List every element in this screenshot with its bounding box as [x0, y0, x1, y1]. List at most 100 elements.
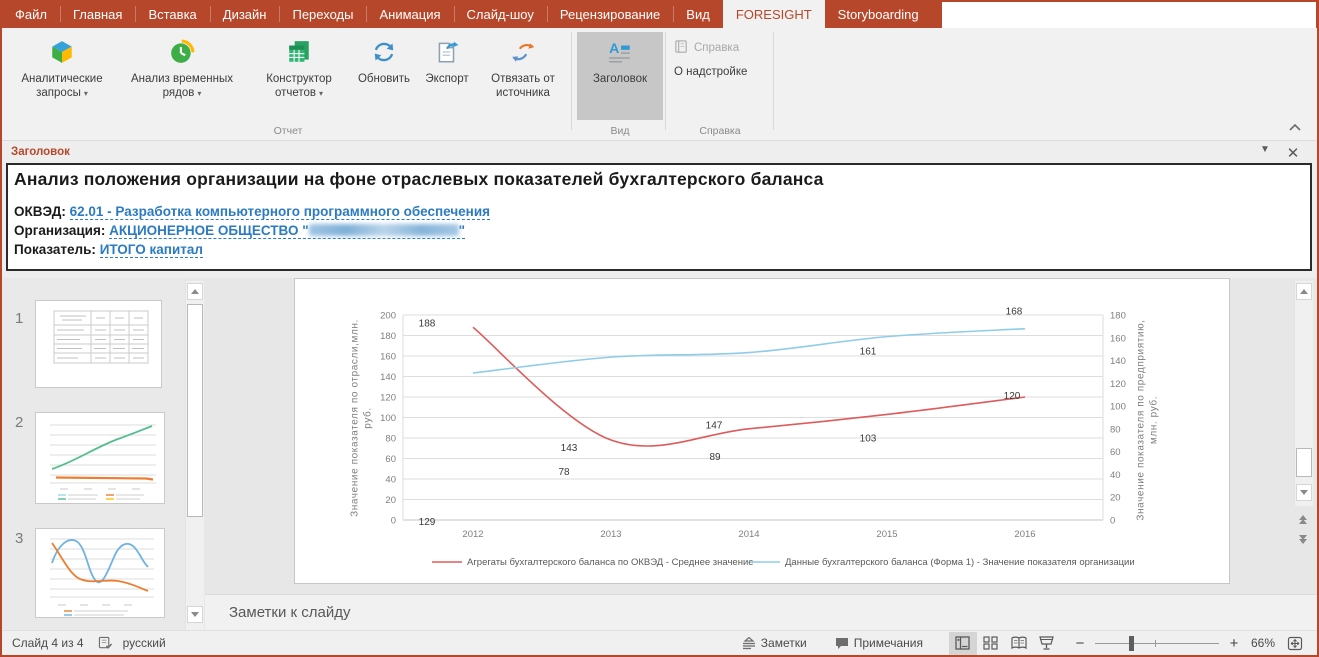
normal-view-button[interactable]: [949, 632, 977, 655]
refresh-button[interactable]: Обновить: [352, 32, 416, 120]
slide-sorter-view-button[interactable]: [977, 632, 1005, 655]
workspace: 1: [2, 278, 1317, 630]
clock-icon: [169, 36, 195, 68]
refresh-icon: [371, 36, 397, 68]
ribbon-tab-bar: Файл Главная Вставка Дизайн Переходы Ани…: [2, 0, 1317, 28]
editor-scroll-down-button[interactable]: [1296, 484, 1312, 501]
next-slide-button[interactable]: [1295, 531, 1311, 547]
editor-scroll-up-button[interactable]: [1296, 283, 1312, 300]
comment-icon: [835, 637, 849, 650]
svg-text:A: A: [609, 40, 619, 56]
unbind-source-button[interactable]: Отвязать от источника: [478, 32, 568, 120]
comments-toggle-button[interactable]: Примечания: [835, 636, 923, 650]
tab-slideshow[interactable]: Слайд-шоу: [454, 0, 547, 28]
slide-3-thumbnail[interactable]: [35, 528, 165, 618]
reading-view-icon: [1011, 636, 1027, 650]
svg-text:120: 120: [1110, 379, 1126, 390]
previous-slide-button[interactable]: [1295, 511, 1311, 527]
slide-3-thumbnail-chart: [36, 529, 164, 617]
tab-review[interactable]: Рецензирование: [547, 0, 673, 28]
svg-text:143: 143: [561, 443, 578, 454]
svg-text:Агрегаты бухгалтерского баланс: Агрегаты бухгалтерского баланса по ОКВЭД…: [467, 557, 754, 568]
zoom-in-button[interactable]: +: [1227, 635, 1241, 652]
tab-insert[interactable]: Вставка: [135, 0, 209, 28]
export-button[interactable]: Экспорт: [416, 32, 478, 120]
pane-close-icon[interactable]: ✕: [1283, 144, 1303, 162]
editor-scrollbar-thumb[interactable]: [1296, 448, 1312, 477]
analytical-queries-button[interactable]: Аналитические запросы▾: [6, 32, 118, 120]
help-button: Справка: [666, 36, 774, 60]
report-designer-button[interactable]: Конструктор отчетов▾: [246, 32, 352, 120]
slide-canvas[interactable]: 0204060801001201401601802000204060801001…: [294, 278, 1230, 584]
zoom-out-button[interactable]: −: [1073, 635, 1087, 652]
indicator-field: Показатель: ИТОГО капитал: [14, 240, 1302, 259]
tab-storyboarding[interactable]: Storyboarding: [825, 0, 932, 28]
slide-counter[interactable]: Слайд 4 из 4: [12, 636, 84, 650]
tab-view[interactable]: Вид: [673, 0, 723, 28]
tab-home[interactable]: Главная: [60, 0, 135, 28]
slide-1-number: 1: [15, 310, 23, 327]
dropdown-caret-icon: ▾: [319, 89, 323, 98]
cube-icon: [49, 36, 75, 68]
zoom-slider-thumb[interactable]: [1129, 636, 1134, 651]
group-label-view: Вид: [574, 125, 666, 137]
thumbnail-scrollbar-thumb[interactable]: [187, 304, 203, 517]
thumbnail-scrollbar[interactable]: [185, 281, 204, 630]
svg-text:160: 160: [1110, 333, 1126, 344]
reading-view-button[interactable]: [1005, 632, 1033, 655]
about-addin-button[interactable]: О надстройке: [666, 60, 774, 84]
tab-foresight[interactable]: FORESIGHT: [723, 0, 825, 28]
slideshow-icon: [1039, 636, 1054, 650]
slide-1-thumbnail-table: [36, 301, 161, 387]
arrow-down-icon: [1300, 490, 1308, 495]
svg-text:100: 100: [1110, 402, 1126, 413]
indicator-link[interactable]: ИТОГО капитал: [100, 242, 203, 258]
tab-file[interactable]: Файл: [2, 0, 60, 28]
pane-menu-caret-icon[interactable]: ▼: [1255, 144, 1275, 155]
slideshow-view-button[interactable]: [1033, 632, 1061, 655]
collapse-ribbon-button[interactable]: [1287, 120, 1303, 134]
time-series-analysis-button[interactable]: Анализ временных рядов▾: [118, 32, 246, 120]
group-label-report: Отчет: [4, 125, 572, 137]
arrow-up-icon: [1300, 289, 1308, 294]
svg-text:40: 40: [1110, 470, 1121, 481]
zoom-slider[interactable]: [1095, 632, 1219, 655]
okved-link[interactable]: 62.01 - Разработка компьютерного програм…: [70, 204, 490, 220]
zoom-level[interactable]: 66%: [1251, 636, 1275, 650]
organization-field: Организация: АКЦИОНЕРНОЕ ОБЩЕСТВО "": [14, 221, 1302, 240]
svg-text:60: 60: [385, 454, 396, 465]
tab-design[interactable]: Дизайн: [210, 0, 280, 28]
ribbon-group-report: Аналитические запросы▾ Анализ временных …: [4, 28, 572, 140]
arrow-down-icon: [191, 612, 199, 617]
title-toggle-button[interactable]: A Заголовок: [577, 32, 663, 120]
organization-link[interactable]: АКЦИОНЕРНОЕ ОБЩЕСТВО "": [109, 223, 465, 239]
grid-view-icon: [983, 636, 998, 650]
svg-text:2012: 2012: [462, 529, 483, 540]
ribbon: Аналитические запросы▾ Анализ временных …: [2, 28, 1317, 140]
svg-text:180: 180: [1110, 311, 1126, 322]
notes-placeholder: Заметки к слайду: [229, 604, 351, 621]
editor-scrollbar[interactable]: [1294, 281, 1313, 506]
tab-animations[interactable]: Анимация: [366, 0, 453, 28]
notes-toggle-button[interactable]: Заметки: [742, 636, 807, 650]
spellcheck-icon[interactable]: [98, 636, 113, 650]
thumbnail-scroll-up-button[interactable]: [187, 283, 203, 300]
dropdown-caret-icon: ▾: [197, 89, 201, 98]
help-book-icon: [674, 39, 689, 57]
svg-text:147: 147: [706, 421, 723, 432]
svg-text:2016: 2016: [1014, 529, 1035, 540]
svg-text:160: 160: [380, 352, 396, 363]
language-indicator[interactable]: русский: [123, 636, 166, 650]
fit-slide-to-window-button[interactable]: [1281, 632, 1309, 655]
tab-transitions[interactable]: Переходы: [279, 0, 366, 28]
titlebar-redacted-area: [942, 2, 1316, 28]
slide-3-number: 3: [15, 530, 23, 547]
group-label-help: Справка: [666, 125, 774, 137]
slide-2-number: 2: [15, 414, 23, 431]
slide-notes-area[interactable]: Заметки к слайду: [205, 594, 1317, 630]
svg-text:120: 120: [1004, 391, 1021, 402]
thumbnail-scroll-down-button[interactable]: [187, 606, 203, 623]
slide-1-thumbnail[interactable]: [35, 300, 162, 388]
svg-text:Значение показателя по предпри: Значение показателя по предприятию,млн. …: [1136, 319, 1160, 520]
slide-2-thumbnail[interactable]: [35, 412, 165, 504]
